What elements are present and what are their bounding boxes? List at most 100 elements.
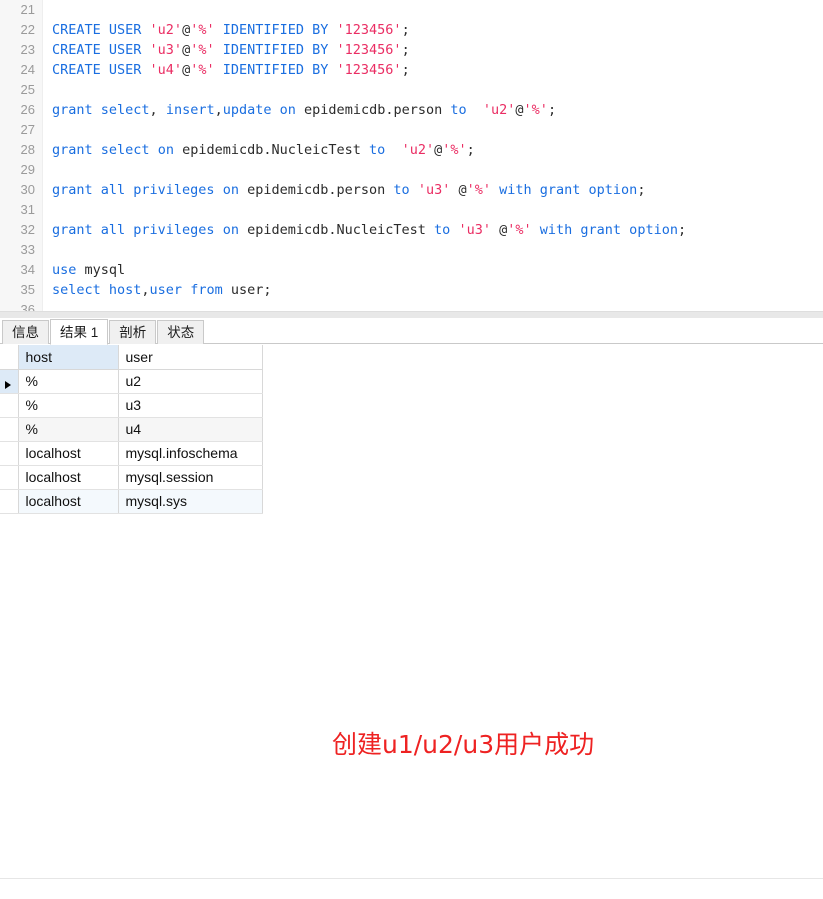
code-line[interactable]: 25 bbox=[0, 80, 823, 100]
code-token-str: '%' bbox=[190, 42, 215, 58]
result-grid[interactable]: host user % u2% u3% u4 localhost mysql.infosc… bbox=[0, 345, 263, 514]
code-token-kw: grant select bbox=[52, 102, 150, 118]
code-line[interactable]: 27 bbox=[0, 120, 823, 140]
result-grid-header: host user bbox=[0, 345, 263, 370]
code-token-id: mysql bbox=[76, 262, 126, 278]
code-token-kw: on bbox=[222, 182, 239, 198]
result-tab-1[interactable]: 结果 1 bbox=[50, 319, 109, 345]
code-line-text[interactable]: grant all privileges on epidemicdb.Nucle… bbox=[42, 220, 686, 240]
code-token-punct: ; bbox=[401, 42, 410, 58]
code-token-punct: ; bbox=[263, 282, 272, 298]
code-line-text[interactable]: grant all privileges on epidemicdb.perso… bbox=[42, 180, 645, 200]
code-token-id: @ bbox=[182, 42, 191, 58]
code-token-str: '%' bbox=[442, 142, 467, 158]
cell-host[interactable]: localhost bbox=[18, 441, 119, 466]
code-line-text[interactable]: grant select on epidemicdb.NucleicTest t… bbox=[42, 140, 475, 160]
line-number: 26 bbox=[20, 102, 35, 117]
table-row[interactable]: % u4 bbox=[0, 417, 263, 442]
code-line[interactable]: 21 bbox=[0, 0, 823, 20]
code-token-id bbox=[272, 102, 280, 118]
cell-user[interactable]: mysql.sys bbox=[118, 489, 263, 514]
cell-host[interactable]: % bbox=[18, 393, 119, 418]
code-line[interactable]: 22 CREATE USER 'u2'@'%' IDENTIFIED BY '12… bbox=[0, 20, 823, 40]
table-row[interactable]: localhost mysql.session bbox=[0, 465, 263, 490]
code-line-text[interactable]: CREATE USER 'u3'@'%' IDENTIFIED BY '1234… bbox=[42, 40, 410, 60]
result-grid-area[interactable]: host user % u2% u3% u4 localhost mysql.infosc… bbox=[0, 344, 823, 899]
code-token-punct: , bbox=[149, 102, 166, 118]
code-token-str: '%' bbox=[190, 62, 215, 78]
cell-host[interactable]: % bbox=[18, 417, 119, 442]
table-row[interactable]: % u3 bbox=[0, 393, 263, 418]
result-tabs-list[interactable]: 信息 结果 1 剖析 状态 bbox=[0, 318, 823, 345]
line-number: 34 bbox=[20, 262, 35, 277]
sql-editor-pane[interactable]: 21 22 CREATE USER 'u2'@'%' IDENTIFIED BY '… bbox=[0, 0, 823, 318]
code-token-str: '%' bbox=[466, 182, 491, 198]
code-token-id bbox=[491, 182, 499, 198]
column-header-user[interactable]: user bbox=[118, 345, 263, 370]
cell-user[interactable]: u2 bbox=[118, 369, 263, 394]
code-token-kw: to bbox=[450, 102, 467, 118]
code-token-id: @ bbox=[458, 182, 467, 198]
code-line-text[interactable]: select host,user from user; bbox=[42, 280, 272, 300]
row-marker-cell[interactable] bbox=[0, 441, 19, 466]
cell-user[interactable]: mysql.session bbox=[118, 465, 263, 490]
table-row[interactable]: localhost mysql.infoschema bbox=[0, 441, 263, 466]
code-line[interactable]: 31 bbox=[0, 200, 823, 220]
line-number: 29 bbox=[20, 162, 35, 177]
cell-user[interactable]: u4 bbox=[118, 417, 263, 442]
code-line[interactable]: 23 CREATE USER 'u3'@'%' IDENTIFIED BY '12… bbox=[0, 40, 823, 60]
cell-host[interactable]: localhost bbox=[18, 465, 119, 490]
table-row[interactable]: localhost mysql.sys bbox=[0, 489, 263, 514]
result-tab-2[interactable]: 剖析 bbox=[109, 320, 157, 344]
code-line-text[interactable]: use mysql bbox=[42, 260, 125, 280]
row-marker-cell[interactable] bbox=[0, 369, 19, 394]
line-number: 28 bbox=[20, 142, 35, 157]
code-token-str: '123456' bbox=[336, 62, 402, 78]
row-marker-cell[interactable] bbox=[0, 417, 19, 442]
code-line-text[interactable]: CREATE USER 'u2'@'%' IDENTIFIED BY '1234… bbox=[42, 20, 410, 40]
code-token-kw: CREATE USER bbox=[52, 22, 150, 38]
cell-host[interactable]: % bbox=[18, 369, 119, 394]
line-number: 21 bbox=[20, 2, 35, 17]
cell-user[interactable]: u3 bbox=[118, 393, 263, 418]
code-token-id: @ bbox=[182, 22, 191, 38]
result-grid-body[interactable]: % u2% u3% u4 localhost mysql.infoschema localh… bbox=[0, 369, 263, 514]
code-line[interactable]: 24 CREATE USER 'u4'@'%' IDENTIFIED BY '12… bbox=[0, 60, 823, 80]
code-token-kw: grant all privileges bbox=[52, 222, 215, 238]
code-line[interactable]: 32 grant all privileges on epidemicdb.Nuc… bbox=[0, 220, 823, 240]
code-line-text[interactable]: grant select, insert,update on epidemicd… bbox=[42, 100, 556, 120]
code-line[interactable]: 33 bbox=[0, 240, 823, 260]
code-token-kw: IDENTIFIED BY bbox=[222, 42, 337, 58]
line-number: 33 bbox=[20, 242, 35, 257]
column-header-host[interactable]: host bbox=[18, 345, 119, 370]
code-line[interactable]: 26 grant select, insert,update on epidemi… bbox=[0, 100, 823, 120]
row-marker-cell[interactable] bbox=[0, 393, 19, 418]
table-row[interactable]: % u2 bbox=[0, 369, 263, 394]
code-token-id bbox=[215, 42, 223, 58]
code-token-str: '123456' bbox=[336, 22, 402, 38]
line-number: 24 bbox=[20, 62, 35, 77]
cell-user[interactable]: mysql.infoschema bbox=[118, 441, 263, 466]
code-line[interactable]: 30 grant all privileges on epidemicdb.per… bbox=[0, 180, 823, 200]
code-line[interactable]: 34 use mysql bbox=[0, 260, 823, 280]
code-token-id: epidemicdb.NucleicTest bbox=[238, 222, 435, 238]
code-token-kw: user bbox=[149, 282, 183, 298]
cell-host[interactable]: localhost bbox=[18, 489, 119, 514]
code-lines-container[interactable]: 21 22 CREATE USER 'u2'@'%' IDENTIFIED BY '… bbox=[0, 0, 823, 318]
row-marker-header bbox=[0, 345, 19, 370]
code-line[interactable]: 28 grant select on epidemicdb.NucleicTest… bbox=[0, 140, 823, 160]
result-tab-0[interactable]: 信息 bbox=[2, 320, 49, 344]
row-marker-cell[interactable] bbox=[0, 465, 19, 490]
code-line[interactable]: 29 bbox=[0, 160, 823, 180]
code-line-text[interactable]: CREATE USER 'u4'@'%' IDENTIFIED BY '1234… bbox=[42, 60, 410, 80]
code-line[interactable]: 35 select host,user from user; bbox=[0, 280, 823, 300]
code-token-str: 'u2' bbox=[149, 22, 183, 38]
result-tab-3[interactable]: 状态 bbox=[157, 320, 205, 344]
code-token-id: @ bbox=[182, 62, 191, 78]
row-marker-cell[interactable] bbox=[0, 489, 19, 514]
code-token-id: epidemicdb.person bbox=[295, 102, 451, 118]
editor-result-divider[interactable] bbox=[0, 311, 823, 318]
code-token-id bbox=[410, 182, 418, 198]
line-number: 31 bbox=[20, 202, 35, 217]
line-number: 25 bbox=[20, 82, 35, 97]
